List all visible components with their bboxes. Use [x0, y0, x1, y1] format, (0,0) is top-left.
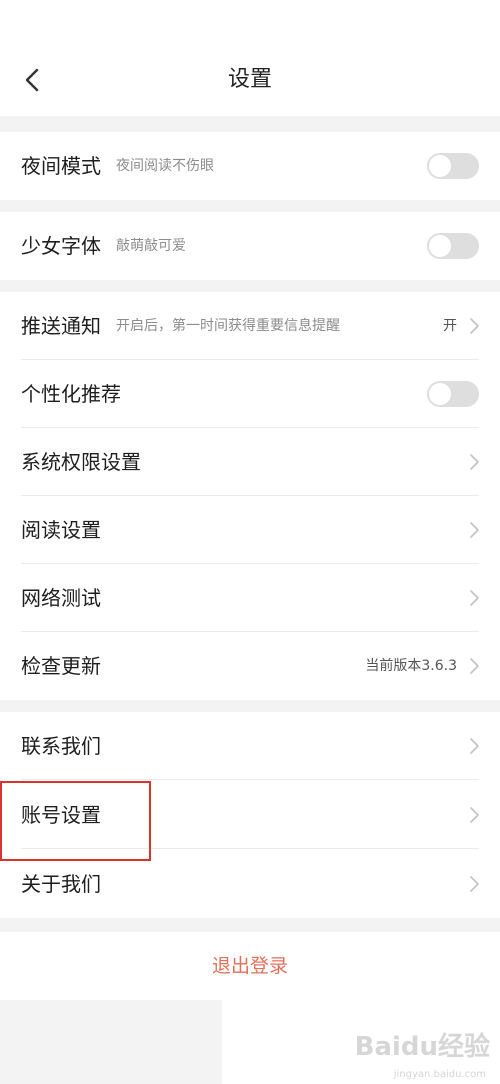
watermark-brand: Baidu经验 [354, 1032, 490, 1062]
chevron-right-icon [470, 522, 479, 538]
contact-us-row[interactable]: 联系我们 [0, 712, 500, 780]
baidu-watermark: Baidu经验 jingyan.baidu.com [320, 1026, 490, 1080]
night-mode-row: 夜间模式 夜间阅读不伤眼 [0, 132, 500, 200]
general-settings-group: 推送通知 开启后，第一时间获得重要信息提醒 开 个性化推荐 系统权限设置 阅读设… [0, 292, 500, 700]
girl-font-toggle[interactable] [427, 233, 479, 259]
system-permissions-row[interactable]: 系统权限设置 [0, 428, 500, 496]
night-mode-subtitle: 夜间阅读不伤眼 [116, 158, 214, 174]
toggle-knob [429, 155, 451, 177]
toggle-knob [429, 235, 451, 257]
reading-settings-row[interactable]: 阅读设置 [0, 496, 500, 564]
chevron-right-icon [470, 738, 479, 754]
personalized-recommend-toggle[interactable] [427, 381, 479, 407]
push-notification-row[interactable]: 推送通知 开启后，第一时间获得重要信息提醒 开 [0, 292, 500, 360]
chevron-right-icon [470, 807, 479, 823]
push-notification-subtitle: 开启后，第一时间获得重要信息提醒 [116, 318, 340, 334]
network-test-row[interactable]: 网络测试 [0, 564, 500, 632]
system-permissions-label: 系统权限设置 [21, 450, 141, 474]
header-bar: 设置 [0, 0, 500, 116]
reading-settings-label: 阅读设置 [21, 518, 101, 542]
push-notification-label: 推送通知 [21, 314, 101, 338]
highlight-annotation-box [0, 781, 151, 861]
chevron-right-icon [470, 876, 479, 892]
check-update-label: 检查更新 [21, 654, 101, 678]
night-mode-toggle[interactable] [427, 153, 479, 179]
personalized-recommend-row: 个性化推荐 [0, 360, 500, 428]
personalized-recommend-label: 个性化推荐 [21, 382, 121, 406]
contact-us-label: 联系我们 [21, 734, 101, 758]
app-version-value: 当前版本3.6.3 [365, 658, 457, 674]
toggle-knob [429, 383, 451, 405]
girl-font-label: 少女字体 [21, 234, 101, 258]
page-title: 设置 [227, 67, 272, 92]
check-update-row[interactable]: 检查更新 当前版本3.6.3 [0, 632, 500, 700]
divider [21, 779, 479, 780]
girl-font-row: 少女字体 敲萌敲可爱 [0, 212, 500, 280]
chevron-right-icon [470, 590, 479, 606]
logout-button[interactable]: 退出登录 [0, 932, 500, 1000]
night-mode-group: 夜间模式 夜间阅读不伤眼 [0, 132, 500, 200]
push-notification-value: 开 [443, 318, 457, 334]
girl-font-group: 少女字体 敲萌敲可爱 [0, 212, 500, 280]
girl-font-subtitle: 敲萌敲可爱 [116, 238, 186, 254]
watermark-url: jingyan.baidu.com [393, 1069, 486, 1080]
chevron-right-icon [470, 454, 479, 470]
network-test-label: 网络测试 [21, 586, 101, 610]
chevron-right-icon [470, 658, 479, 674]
night-mode-label: 夜间模式 [21, 154, 101, 178]
chevron-right-icon [470, 318, 479, 334]
